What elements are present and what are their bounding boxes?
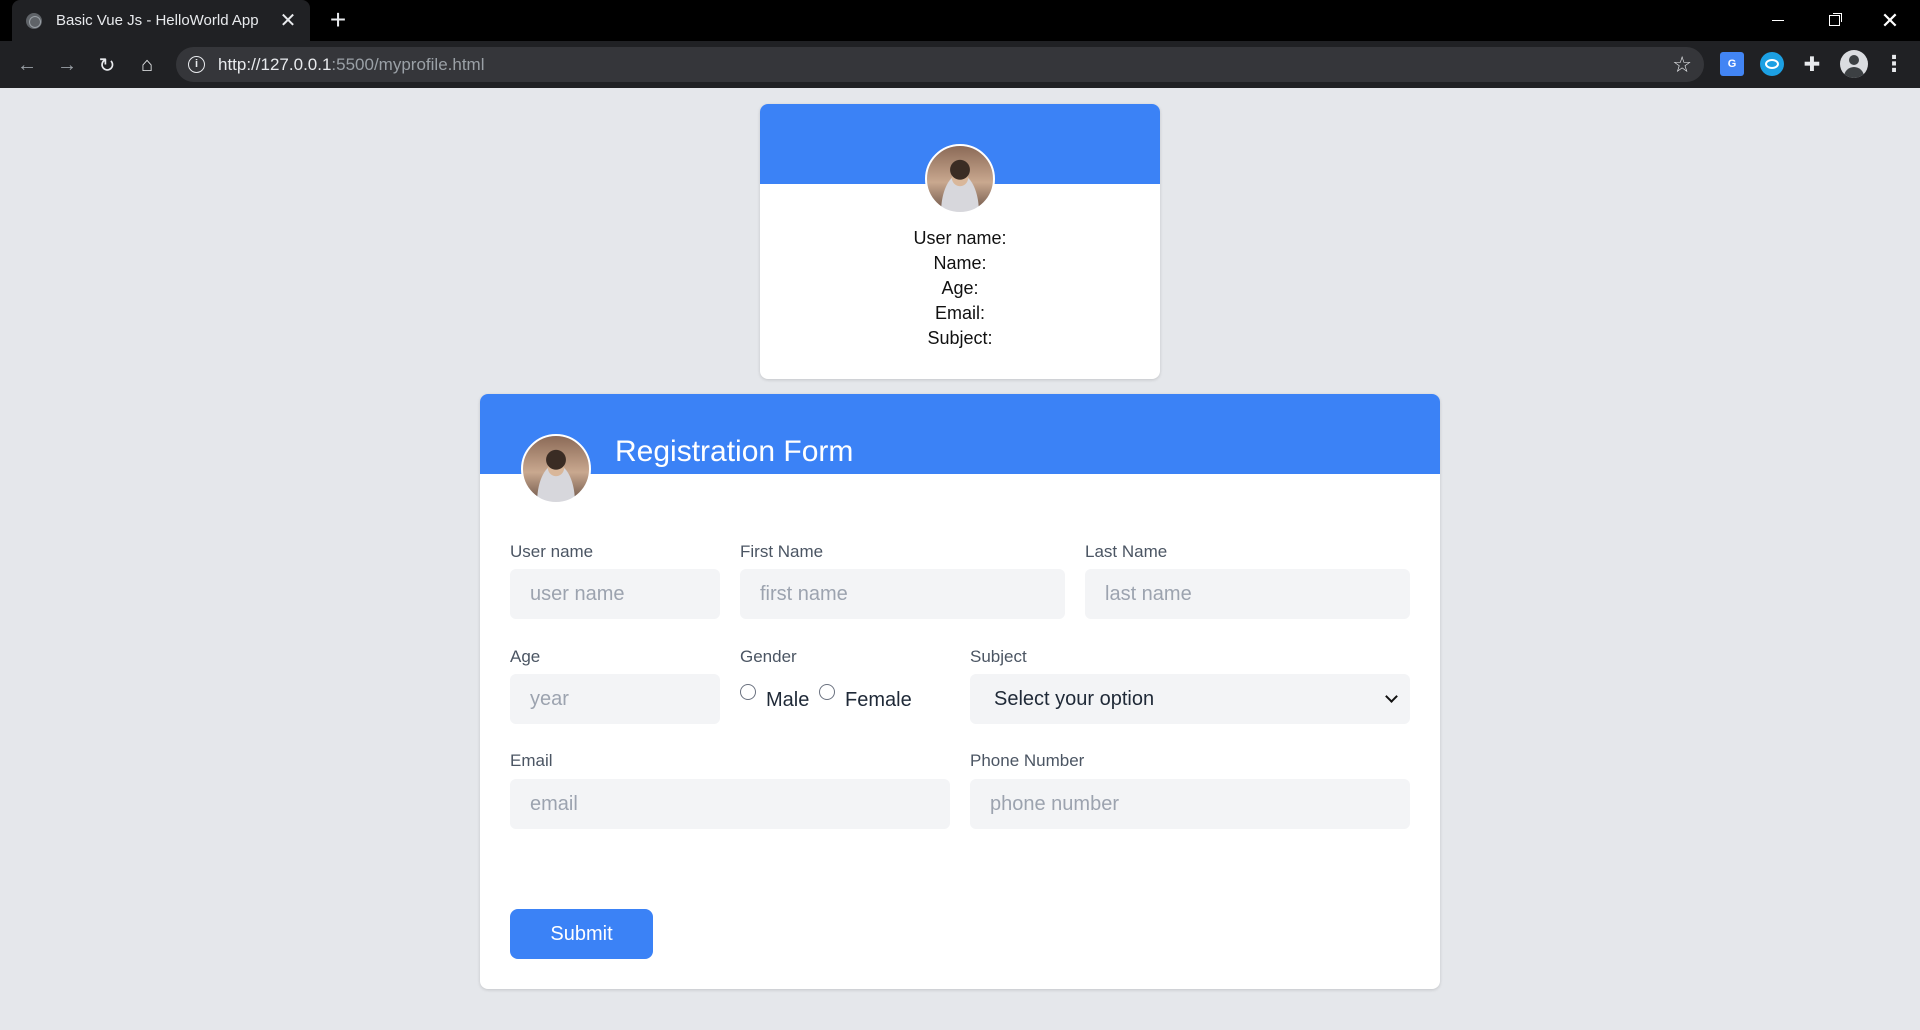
gender-label: Gender [740,647,797,666]
last-name-input[interactable] [1085,569,1410,619]
info-icon[interactable]: i [188,56,205,73]
new-tab-button[interactable]: + [323,6,353,36]
email-input[interactable] [510,779,950,829]
phone-input[interactable] [970,779,1410,829]
url-host: http://127.0.0.1 [218,55,332,74]
first-name-label: First Name [740,542,824,561]
chevron-down-icon [1385,690,1398,703]
url-text[interactable]: http://127.0.0.1:5500/myprofile.html [218,47,485,82]
email-label: Email [510,751,553,770]
home-button[interactable]: ⌂ [131,49,163,81]
subject-label: Subject [970,647,1027,666]
globe-icon [26,12,42,29]
more-menu-icon[interactable]: ⋮ [1882,51,1906,76]
age-input[interactable] [510,674,720,724]
username-input[interactable] [510,569,720,619]
arrow-left-icon: ← [17,53,37,76]
browser-toolbar: ← → ↻ ⌂ i http://127.0.0.1:5500/myprofil… [0,41,1920,88]
profile-name: Name: [933,253,987,273]
profile-avatar [925,144,995,214]
gender-female-label[interactable]: Female [845,688,912,712]
tab-close-icon[interactable]: ✕ [278,8,298,33]
reload-button[interactable]: ↻ [91,49,123,81]
maximize-button[interactable] [1806,0,1862,41]
profile-age: Age: [941,278,979,298]
gender-male-label[interactable]: Male [766,688,809,712]
address-bar[interactable]: i http://127.0.0.1:5500/myprofile.html ☆ [176,47,1704,82]
close-window-button[interactable]: ✕ [1862,0,1918,41]
registration-avatar [521,434,591,504]
username-label: User name [510,542,594,561]
gender-male-radio[interactable] [740,684,756,700]
subject-selected-value: Select your option [994,688,1155,710]
url-path: :5500/myprofile.html [331,55,485,74]
back-button[interactable]: ← [11,49,43,81]
tab-title: Basic Vue Js - HelloWorld App [56,12,259,29]
bookmark-star-icon[interactable]: ☆ [1672,52,1692,78]
submit-button[interactable]: Submit [510,909,653,959]
restore-icon [1828,15,1840,26]
age-label: Age [510,647,541,666]
extensions-puzzle-icon[interactable]: ✚ [1800,52,1824,76]
close-icon: ✕ [1880,7,1900,33]
extension-icon[interactable] [1760,52,1784,76]
translate-extension-icon[interactable]: G [1720,52,1744,76]
profile-username: User name: [913,228,1007,248]
tab-active[interactable]: Basic Vue Js - HelloWorld App ✕ [12,0,310,41]
profile-fields: User name: Name: Age: Email: Subject: [760,226,1160,351]
subject-select[interactable]: Select your option [970,674,1410,724]
registration-title: Registration Form [615,435,854,468]
profile-email: Email: [934,303,985,323]
minimize-icon [1772,20,1784,21]
phone-label: Phone Number [970,751,1085,770]
profile-subject: Subject: [927,328,993,348]
home-icon: ⌂ [140,53,154,76]
minimize-button[interactable] [1750,0,1806,41]
reload-icon: ↻ [98,54,116,77]
last-name-label: Last Name [1085,542,1168,561]
gender-female-radio[interactable] [819,684,835,700]
forward-button[interactable]: → [51,49,83,81]
registration-card: Registration Form User name First Name L… [480,394,1440,989]
profile-avatar-icon[interactable] [1840,50,1868,78]
first-name-input[interactable] [740,569,1065,619]
tab-strip: Basic Vue Js - HelloWorld App ✕ + ✕ [0,0,1920,41]
profile-card: User name: Name: Age: Email: Subject: [760,104,1160,379]
arrow-right-icon: → [57,53,77,76]
